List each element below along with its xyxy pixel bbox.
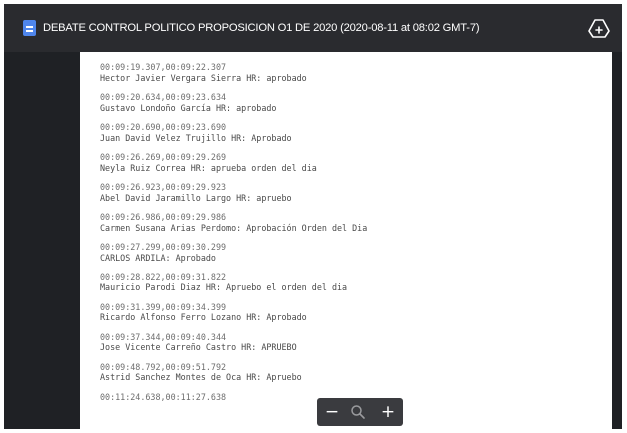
file-title: DEBATE CONTROL POLITICO PROPOSICION O1 D… — [43, 22, 480, 34]
transcript-entry: 00:09:19.307,00:09:22.307 Hector Javier … — [100, 62, 367, 83]
transcript-entry: 00:09:26.269,00:09:29.269 Neyla Ruiz Cor… — [100, 152, 367, 173]
transcript-entry: 00:09:26.986,00:09:29.986 Carmen Susana … — [100, 212, 367, 233]
transcript-entry: 00:09:37.344,00:09:40.344 Jose Vicente C… — [100, 332, 367, 353]
entry-timestamp: 00:09:31.399,00:09:34.399 — [100, 301, 227, 312]
entry-text: CARLOS ARDILA: Aprobado — [100, 252, 216, 263]
entry-text: Hector Javier Vergara Sierra HR: aprobad… — [100, 72, 307, 83]
entry-timestamp: 00:09:20.634,00:09:23.634 — [100, 91, 227, 102]
zoom-toolbar: − + — [317, 398, 403, 426]
transcript-entry: 00:09:31.399,00:09:34.399 Ricardo Alfons… — [100, 302, 367, 323]
entry-timestamp: 00:09:26.269,00:09:29.269 — [100, 151, 227, 162]
document-icon — [23, 20, 36, 36]
file-preview-frame: DEBATE CONTROL POLITICO PROPOSICION O1 D… — [4, 4, 622, 429]
zoom-in-button[interactable]: + — [377, 401, 399, 423]
entry-timestamp: 00:09:27.299,00:09:30.299 — [100, 241, 227, 252]
entry-timestamp: 00:09:20.690,00:09:23.690 — [100, 121, 227, 132]
entry-timestamp: 00:09:19.307,00:09:22.307 — [100, 62, 227, 72]
transcript-entry: 00:09:20.690,00:09:23.690 Juan David Vel… — [100, 122, 367, 143]
preview-title-bar: DEBATE CONTROL POLITICO PROPOSICION O1 D… — [4, 4, 622, 52]
entry-text: Carmen Susana Arias Perdomo: Aprobación … — [100, 222, 368, 233]
transcript-entry: 00:09:27.299,00:09:30.299 CARLOS ARDILA:… — [100, 242, 367, 263]
entry-timestamp: 00:09:48.792,00:09:51.792 — [100, 361, 227, 372]
transcript-entry: 00:09:20.634,00:09:23.634 Gustavo Londoñ… — [100, 92, 367, 113]
entry-timestamp: 00:09:26.986,00:09:29.986 — [100, 211, 227, 222]
add-to-drive-icon[interactable] — [588, 18, 610, 38]
magnifier-icon[interactable] — [349, 403, 367, 421]
transcript-entry: 00:09:28.822,00:09:31.822 Mauricio Parod… — [100, 272, 367, 293]
entry-text: Ricardo Alfonso Ferro Lozano HR: Aprobad… — [100, 312, 307, 323]
entry-text: Astrid Sanchez Montes de Oca HR: Apruebo — [100, 372, 302, 383]
transcript-entry: 00:09:26.923,00:09:29.923 Abel David Jar… — [100, 182, 367, 203]
entry-text: Juan David Velez Trujillo HR: Aprobado — [100, 132, 292, 143]
entry-timestamp: 00:09:28.822,00:09:31.822 — [100, 271, 227, 282]
entry-text: Gustavo Londoño García HR: aprobado — [100, 102, 277, 113]
transcript-entry: 00:09:48.792,00:09:51.792 Astrid Sanchez… — [100, 362, 367, 383]
entry-text: Neyla Ruiz Correa HR: aprueba orden del … — [100, 162, 317, 173]
entry-timestamp: 00:09:37.344,00:09:40.344 — [100, 331, 227, 342]
document-page[interactable]: 00:09:19.307,00:09:22.307 Hector Javier … — [80, 52, 612, 429]
transcript-list: 00:09:19.307,00:09:22.307 Hector Javier … — [100, 62, 367, 411]
entry-text: Jose Vicente Carreño Castro HR: APRUEBO — [100, 342, 297, 353]
entry-text: Abel David Jaramillo Largo HR: apruebo — [100, 192, 292, 203]
entry-timestamp: 00:09:26.923,00:09:29.923 — [100, 181, 227, 192]
zoom-out-button[interactable]: − — [321, 401, 343, 423]
entry-text: Mauricio Parodi Diaz HR: Apruebo el orde… — [100, 282, 348, 293]
